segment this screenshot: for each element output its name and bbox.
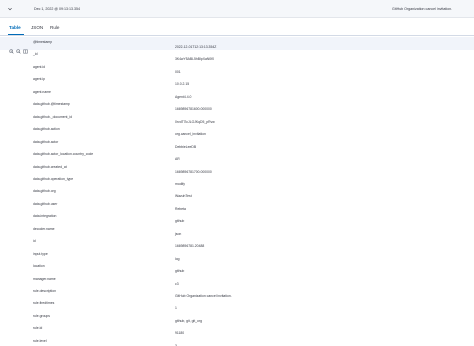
- field-value: GitHub Organization cancel invitation.: [175, 294, 232, 298]
- field-value: 1: [175, 306, 177, 311]
- table-row: data.github.operation_typemodify: [0, 174, 474, 187]
- field-value: modify: [175, 181, 185, 186]
- field-value: 3K4wY5ABL5hBlpXaN0f0: [175, 57, 215, 62]
- field-name: data.github.actor: [33, 139, 59, 144]
- field-value: 1669896781600.000000: [175, 107, 212, 112]
- field-name: agent.id: [33, 64, 46, 69]
- field-value: 2022-12-01T12:13:13.354Z: [175, 45, 217, 49]
- field-value: 1669896781700.000000: [175, 169, 212, 174]
- field-name: _id: [33, 52, 38, 57]
- field-name: data.github.@timestamp: [33, 102, 70, 107]
- magnify-minus-icon[interactable]: [16, 41, 21, 54]
- rule-description-summary: GitHub Organization cancel invitation.: [392, 7, 453, 11]
- field-value: github: [175, 269, 185, 274]
- field-name: data.github._document_id: [33, 114, 73, 119]
- table-row: data.github.@timestamp 1669896781600.0000…: [0, 99, 474, 112]
- field-name: agent.ip: [33, 77, 46, 82]
- field-name: location: [33, 264, 45, 269]
- field-value: WazuhTest: [175, 194, 192, 199]
- field-name: data.github.org: [33, 189, 56, 194]
- field-name: data.github.operation_type: [33, 176, 74, 181]
- detail-tabs: Table JSON Rule: [0, 19, 474, 36]
- table-row: id 1669896781.20488: [0, 236, 474, 249]
- table-row: agent.ip 10.0.2.15: [0, 74, 474, 87]
- table-row: data.integration github: [0, 211, 474, 224]
- table-row: agent.name Agent4.4.0: [0, 87, 474, 100]
- document-timestamp: Dec 1, 2022 @ 09:13:13.354: [34, 7, 81, 11]
- field-name: decoder.name: [33, 226, 55, 231]
- field-name: rule.firedtimes: [33, 301, 55, 306]
- table-row: data.github.user Rebeta: [0, 199, 474, 212]
- chevron-down-icon[interactable]: [8, 7, 12, 11]
- field-value: c3: [175, 281, 179, 286]
- table-row: data.github.actor DebbieLeeDB: [0, 137, 474, 150]
- table-row: rule.id 91180: [0, 323, 474, 336]
- field-value: AR: [175, 157, 180, 162]
- field-name: input.type: [33, 251, 48, 256]
- table-row: @timestamp 2022-12-01T12:13:13.354Z: [0, 37, 474, 54]
- tab-rule[interactable]: Rule: [50, 25, 59, 30]
- row-actions: [9, 41, 31, 54]
- table-row: data.github.action org.cancel_invitation: [0, 124, 474, 137]
- table-row: data.github._document_id 0rvdT7lcJLOJKqD5…: [0, 112, 474, 125]
- field-name: data.github.created_at: [33, 164, 67, 169]
- table-row: _id 3K4wY5ABL5hBlpXaN0f0: [0, 49, 474, 62]
- field-value: 001: [175, 69, 181, 74]
- field-name: data.github.action: [33, 127, 60, 132]
- field-value: 91180: [175, 331, 185, 336]
- field-name: data.github.user: [33, 201, 58, 206]
- tab-table[interactable]: Table: [9, 25, 21, 30]
- field-name: @timestamp: [33, 40, 53, 44]
- field-name: rule.description: [33, 289, 56, 293]
- document-header[interactable]: Dec 1, 2022 @ 09:13:13.354 GitHub Organi…: [0, 0, 474, 18]
- tab-json[interactable]: JSON: [31, 25, 43, 30]
- table-row: rule.firedtimes 1: [0, 298, 474, 311]
- table-row: manager.name c3: [0, 274, 474, 287]
- table-row: input.type log: [0, 249, 474, 262]
- field-value: DebbieLeeDB: [175, 144, 197, 149]
- field-value: json: [175, 231, 182, 236]
- field-name: rule.groups: [33, 313, 50, 318]
- table-row: rule.level 3: [0, 336, 474, 346]
- table-row: data.github.created_at 1669896781700.0000…: [0, 162, 474, 175]
- field-name: manager.name: [33, 276, 56, 281]
- field-value: github, git, git_org: [175, 318, 202, 323]
- columns-icon[interactable]: [23, 41, 28, 54]
- magnify-plus-icon[interactable]: [9, 41, 14, 54]
- table-row: data.github.org WazuhTest: [0, 186, 474, 199]
- table-row: decoder.name json: [0, 224, 474, 237]
- field-value: github: [175, 219, 185, 224]
- field-name: id: [33, 239, 36, 244]
- table-row: location github: [0, 261, 474, 274]
- table-row: rule.description GitHub Organization canc…: [0, 286, 474, 299]
- table-row: agent.id 001: [0, 62, 474, 75]
- field-value: 0rvdT7lcJLOJKqD5_pRvw: [175, 119, 215, 124]
- active-tab-indicator: [8, 34, 24, 35]
- field-value: log: [175, 256, 180, 261]
- field-value: Rebeta: [175, 206, 186, 211]
- field-value: Agent4.4.0: [175, 94, 192, 99]
- field-name: rule.level: [33, 338, 47, 343]
- field-name: rule.id: [33, 326, 43, 331]
- field-value: 10.0.2.15: [175, 82, 190, 87]
- field-name: agent.name: [33, 89, 51, 94]
- table-row: rule.groups github, git, git_org: [0, 311, 474, 324]
- field-name: data.integration: [33, 214, 57, 219]
- field-value: 1669896781.20488: [175, 244, 205, 249]
- table-row: data.github.actor_location.country_code A…: [0, 149, 474, 162]
- field-value: org.cancel_invitation: [175, 132, 206, 137]
- field-name: data.github.actor_location.country_code: [33, 152, 94, 157]
